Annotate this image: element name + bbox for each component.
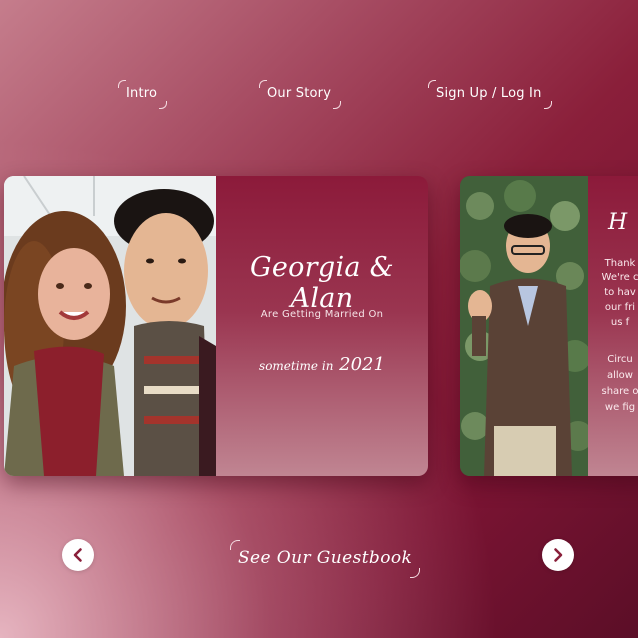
- story-line: share o: [601, 386, 638, 397]
- hero-card: Georgia & Alan Are Getting Married On so…: [4, 176, 428, 476]
- story-line: we fig: [604, 402, 636, 413]
- nav-intro-link[interactable]: Intro: [117, 80, 168, 109]
- story-line: us f: [610, 317, 630, 328]
- couple-selfie-photo: [4, 176, 216, 476]
- previous-slide-button[interactable]: [62, 539, 94, 571]
- next-slide-button[interactable]: [542, 539, 574, 571]
- story-text-panel: H Thank We're c to hav our fri us f Circ…: [588, 176, 638, 476]
- wedding-date-year: 2021: [339, 354, 385, 375]
- story-heading: H: [608, 210, 628, 235]
- story-line: allow: [607, 370, 633, 381]
- see-our-guestbook-link[interactable]: See Our Guestbook: [229, 540, 421, 578]
- story-card: H Thank We're c to hav our fri us f Circ…: [460, 176, 638, 476]
- wedding-date-prefix: sometime in: [259, 359, 334, 373]
- story-line: Thank: [604, 258, 636, 269]
- story-line: our fri: [604, 302, 636, 313]
- chevron-right-icon: [554, 548, 563, 562]
- groom-waving-photo: [460, 176, 588, 476]
- couple-names-heading: Georgia & Alan: [249, 252, 395, 314]
- chevron-left-icon: [73, 548, 82, 562]
- story-line: to hav: [604, 287, 636, 298]
- story-line: We're c: [601, 272, 638, 283]
- nav-our-story-link[interactable]: Our Story: [258, 80, 342, 109]
- wedding-date: sometime in 2021: [216, 354, 428, 375]
- story-line: Circu: [607, 354, 633, 365]
- married-on-subtitle: Are Getting Married On: [260, 309, 384, 320]
- hero-text-panel: Georgia & Alan Are Getting Married On so…: [216, 176, 428, 476]
- nav-sign-up-log-in-link[interactable]: Sign Up / Log In: [428, 80, 552, 109]
